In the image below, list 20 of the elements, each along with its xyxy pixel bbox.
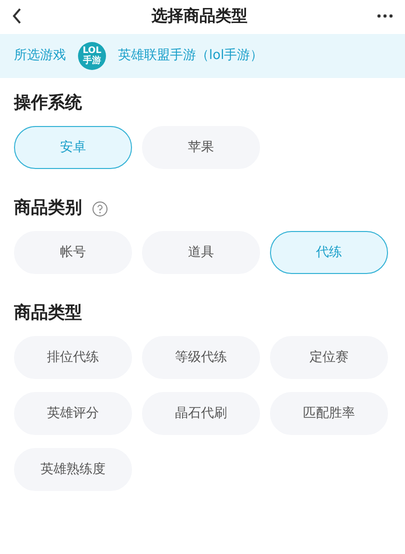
selected-game-label: 所选游戏: [14, 47, 66, 66]
option-button[interactable]: 英雄熟练度: [14, 448, 132, 491]
option-button[interactable]: 帐号: [14, 231, 132, 274]
option-button[interactable]: 苹果: [142, 126, 260, 169]
help-icon[interactable]: [92, 201, 108, 217]
option-button[interactable]: 匹配胜率: [270, 392, 388, 435]
option-button[interactable]: 晶石代刷: [142, 392, 260, 435]
back-icon[interactable]: [12, 8, 22, 24]
game-name: 英雄联盟手游（lol手游）: [118, 47, 264, 66]
more-icon[interactable]: [377, 14, 393, 18]
option-button[interactable]: 英雄评分: [14, 392, 132, 435]
option-button[interactable]: 定位赛: [270, 336, 388, 379]
option-button[interactable]: 道具: [142, 231, 260, 274]
game-logo: LOL 手游: [78, 42, 106, 70]
option-button[interactable]: 等级代练: [142, 336, 260, 379]
section-title: 商品类别: [14, 197, 82, 220]
section-title: 商品类型: [14, 302, 82, 326]
page-title: 选择商品类型: [152, 5, 248, 27]
option-button[interactable]: 排位代练: [14, 336, 132, 379]
section-title: 操作系统: [14, 92, 82, 116]
